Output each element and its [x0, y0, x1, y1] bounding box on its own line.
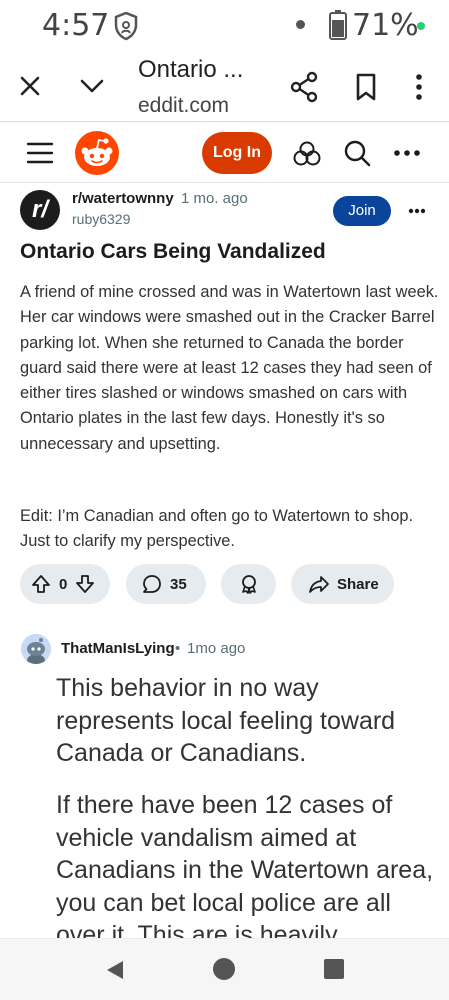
comment-author[interactable]: ThatManIsLying [61, 640, 175, 657]
back-icon[interactable] [104, 959, 126, 981]
snoo-avatar-icon [21, 634, 51, 664]
comment-separator: • [175, 640, 181, 657]
system-nav-bar [0, 938, 449, 1000]
comment-timestamp: 1mo ago [187, 640, 246, 657]
comment-region: ThatManIsLying • 1mo ago This behavior i… [0, 0, 449, 938]
comment-paragraph: If there have been 12 cases of vehicle v… [56, 791, 434, 938]
avatar[interactable] [21, 634, 51, 664]
home-icon[interactable] [213, 958, 235, 980]
comment-paragraph: This behavior in no way represents local… [56, 674, 396, 767]
recents-icon[interactable] [324, 959, 344, 979]
